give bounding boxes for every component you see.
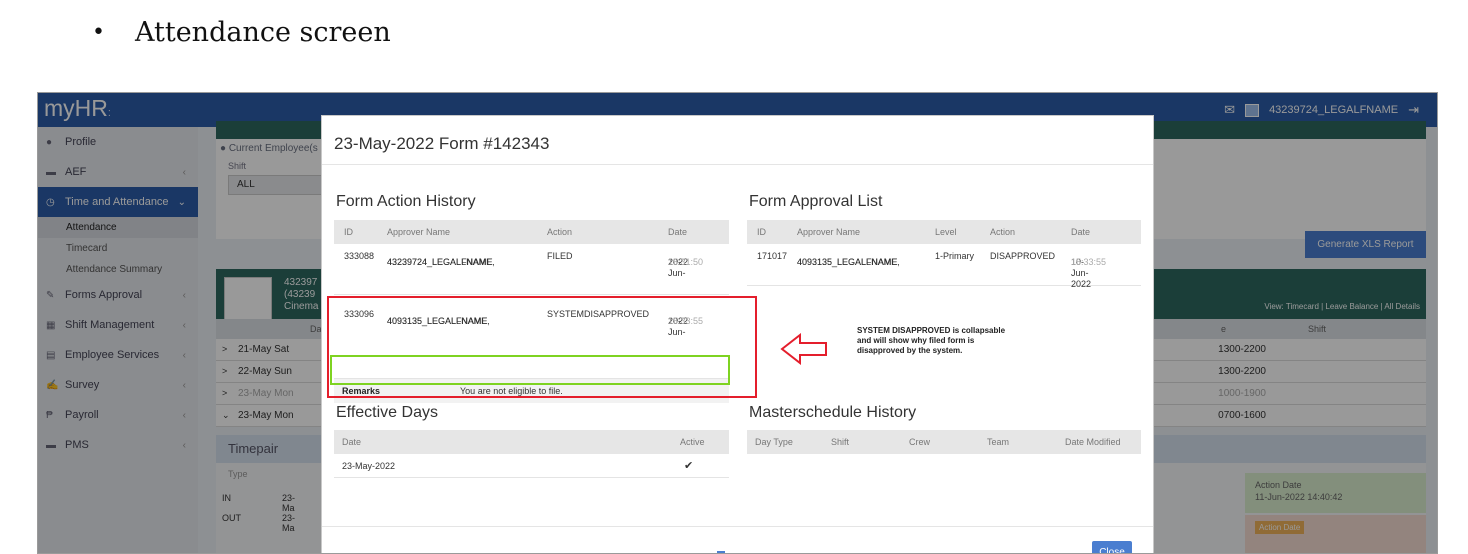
doc-heading-text: Attendance screen (134, 16, 391, 48)
cell-level: 1-Primary (935, 251, 975, 261)
col-date-modified: Date Modified (1065, 437, 1121, 447)
left-arrow-icon (780, 333, 827, 365)
modal-footer-divider (322, 526, 1153, 527)
col-approver-name: Approver Name (797, 227, 861, 237)
cell-id: 333088 (344, 251, 375, 261)
table-row: 23-May-2022 ✔ (334, 454, 729, 478)
col-active: Active (680, 437, 705, 447)
annotation-green-outline (330, 355, 730, 385)
close-button[interactable]: Close (1092, 541, 1132, 553)
modal-divider (322, 164, 1153, 165)
approval-list-header: ID Approver Name Level Action Date (747, 220, 1141, 244)
col-level: Level (935, 227, 957, 237)
col-id: ID (344, 227, 353, 237)
col-date: Date (1071, 227, 1091, 237)
annotation-note: SYSTEM DISAPPROVED is collapsable and wi… (857, 326, 1037, 356)
check-icon: ✔ (684, 460, 694, 472)
cell-id: 171017 (757, 251, 788, 261)
section-title-approval-list: Form Approval List (749, 193, 883, 210)
approver-line-2: 43239724_LEGALFNAME (387, 257, 493, 267)
note-line-3: disapproved by the system. (857, 346, 963, 355)
modal-title: 23-May-2022 Form #142343 (334, 134, 550, 153)
date-time: 15:31:50 (668, 257, 704, 267)
col-shift: Shift (831, 437, 850, 447)
cell-action: FILED (547, 251, 573, 261)
table-row: 333088 43239724_LEGALLNAME, 43239724_LEGA… (334, 244, 729, 295)
col-crew: Crew (909, 437, 931, 447)
note-line-2: and will show why filed form is (857, 336, 975, 345)
table-row: 171017 4093135_LEGALLNAME, 4093135_LEGALF… (747, 244, 1141, 289)
col-action: Action (990, 227, 1016, 237)
note-line-1: SYSTEM DISAPPROVED is collapsable (857, 326, 1006, 335)
col-day-type: Day Type (755, 437, 793, 447)
cell-action: DISAPPROVED (990, 251, 1056, 261)
effective-days-header: Date Active (334, 430, 729, 454)
doc-heading: • Attendance screen (92, 10, 391, 54)
col-action: Action (547, 227, 573, 237)
col-id: ID (757, 227, 766, 237)
bullet-dot: • (92, 19, 105, 45)
approver-line-2: 4093135_LEGALFNAME (797, 257, 898, 267)
col-team: Team (987, 437, 1010, 447)
col-date: Date (342, 437, 362, 447)
section-title-action-history: Form Action History (336, 193, 476, 210)
date-time: 15:33:55 (1071, 257, 1107, 267)
page-mark (717, 551, 725, 553)
cell-date: 23-May-2022 (342, 461, 396, 471)
col-date: Date (668, 227, 688, 237)
masterschedule-header: Day Type Shift Crew Team Date Modified (747, 430, 1141, 454)
action-history-header: ID Approver Name Action Date (334, 220, 729, 244)
col-approver-name: Approver Name (387, 227, 451, 237)
section-title-masterschedule: Masterschedule History (749, 404, 917, 421)
section-title-effective-days: Effective Days (336, 404, 438, 421)
